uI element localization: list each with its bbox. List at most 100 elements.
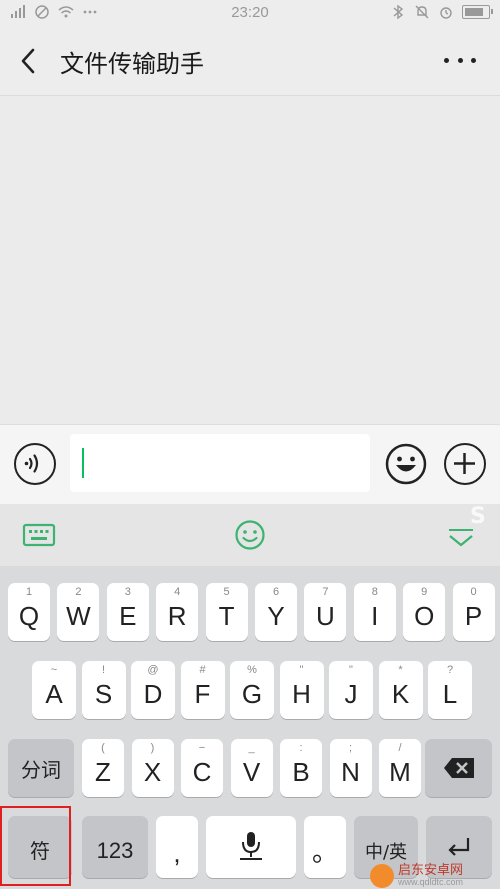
- key-hint: ": [349, 664, 353, 676]
- emoji-icon[interactable]: [385, 443, 427, 485]
- watermark-name: 启东安卓网: [398, 862, 464, 878]
- key-hint: (: [101, 742, 105, 754]
- key-hint: ": [299, 664, 304, 676]
- key-hint: ): [150, 742, 155, 754]
- keyboard-switch-icon[interactable]: [22, 518, 56, 552]
- key-label: Y: [267, 601, 285, 631]
- segment-key[interactable]: 分词: [8, 739, 74, 797]
- key-label: Q: [18, 601, 40, 631]
- symbol-key[interactable]: 符: [8, 816, 72, 878]
- key-label: M: [389, 757, 411, 787]
- key-hint: 4: [174, 586, 181, 598]
- key-hint: 0: [470, 586, 477, 598]
- key-label: C: [192, 757, 212, 787]
- key-label: N: [341, 757, 360, 787]
- key-hint: ~: [50, 664, 58, 676]
- key-label: P: [464, 601, 483, 631]
- key-hint: 8: [371, 586, 378, 598]
- more-functions-button[interactable]: [444, 443, 486, 485]
- key-label: B: [292, 757, 310, 787]
- key-c[interactable]: − C: [181, 739, 223, 797]
- key-hint: _: [248, 742, 255, 754]
- space-key[interactable]: [206, 816, 296, 878]
- key-label: J: [344, 679, 358, 709]
- bluetooth-icon: [393, 4, 404, 20]
- watermark-url: www.qdldtc.com: [398, 876, 464, 887]
- battery-icon: [462, 5, 493, 19]
- key-t[interactable]: 5T: [205, 583, 248, 641]
- status-right-icons: [390, 4, 493, 20]
- backspace-icon: [444, 758, 474, 778]
- key-hint: 3: [124, 586, 131, 598]
- key-d[interactable]: @ D: [131, 661, 175, 719]
- key-l[interactable]: ? L: [428, 661, 472, 719]
- key-h[interactable]: " H: [279, 661, 324, 719]
- key-hint: 5: [223, 586, 230, 598]
- key-hint: /: [398, 742, 402, 754]
- ime-emoji-icon[interactable]: [233, 518, 267, 552]
- key-label: O: [414, 601, 435, 631]
- key-y[interactable]: 6Y: [255, 583, 297, 641]
- key-label: D: [143, 679, 163, 709]
- chat-title: 文件传输助手: [60, 50, 204, 78]
- key-label: U: [316, 601, 335, 631]
- key-p[interactable]: 0P: [452, 583, 495, 641]
- input-bar: [0, 424, 500, 504]
- key-hint: 6: [272, 586, 280, 598]
- key-hint: *: [398, 664, 403, 676]
- key-n[interactable]: ; N: [329, 739, 372, 797]
- watermark-logo-icon: [370, 863, 394, 888]
- key-v[interactable]: _ V: [230, 739, 273, 797]
- enter-icon: [448, 838, 470, 856]
- key-label: A: [45, 679, 63, 709]
- key-label: X: [143, 757, 162, 787]
- key-r[interactable]: 4R: [156, 583, 199, 641]
- key-hint: #: [199, 664, 206, 676]
- key-hint: ?: [446, 664, 454, 676]
- key-w[interactable]: 2W: [57, 583, 100, 641]
- key-q[interactable]: 1Q: [8, 583, 50, 641]
- key-label: V: [242, 757, 261, 787]
- key-f[interactable]: # F: [180, 661, 225, 719]
- key-hint: %: [247, 664, 257, 676]
- key-label: L: [442, 679, 458, 709]
- plus-icon: [454, 453, 475, 474]
- mute-bell-icon: [415, 5, 429, 19]
- status-bar: 23:20: [0, 0, 500, 26]
- key-label: S: [94, 679, 113, 709]
- comma-key[interactable]: ,: [156, 816, 198, 878]
- key-s[interactable]: ! S: [81, 661, 126, 719]
- key-j[interactable]: " J: [329, 661, 373, 719]
- key-label: G: [241, 679, 263, 709]
- text-cursor: [82, 448, 84, 478]
- key-a[interactable]: ~ A: [32, 661, 76, 719]
- key-b[interactable]: :B: [280, 739, 322, 797]
- key-x[interactable]: ) X: [131, 739, 174, 797]
- microphone-icon: [240, 832, 262, 860]
- number-key[interactable]: 123: [82, 816, 148, 878]
- voice-input-button[interactable]: [14, 443, 56, 485]
- key-m[interactable]: / M: [379, 739, 421, 797]
- ime-toolbar: S: [0, 504, 500, 566]
- key-e[interactable]: 3E: [106, 583, 149, 641]
- backspace-key[interactable]: [425, 739, 492, 797]
- key-i[interactable]: 8I: [353, 583, 396, 641]
- key-o[interactable]: 9O: [403, 583, 446, 641]
- key-label: Z: [95, 757, 111, 787]
- back-arrow-icon[interactable]: [14, 46, 44, 76]
- key-g[interactable]: % G: [230, 661, 274, 719]
- key-label: H: [292, 679, 311, 709]
- key-hint: −: [198, 742, 206, 754]
- key-label: W: [66, 601, 91, 631]
- key-hint: :: [299, 742, 303, 754]
- key-u[interactable]: 7U: [304, 583, 347, 641]
- key-label: F: [194, 679, 211, 709]
- key-k[interactable]: * K: [378, 661, 423, 719]
- period-key[interactable]: 。: [304, 816, 346, 878]
- more-options-icon[interactable]: [444, 52, 476, 68]
- chat-message-area[interactable]: [0, 96, 500, 424]
- message-input[interactable]: [70, 434, 370, 492]
- key-label: R: [167, 601, 187, 631]
- key-z[interactable]: (Z: [82, 739, 124, 797]
- voice-icon: [24, 454, 39, 473]
